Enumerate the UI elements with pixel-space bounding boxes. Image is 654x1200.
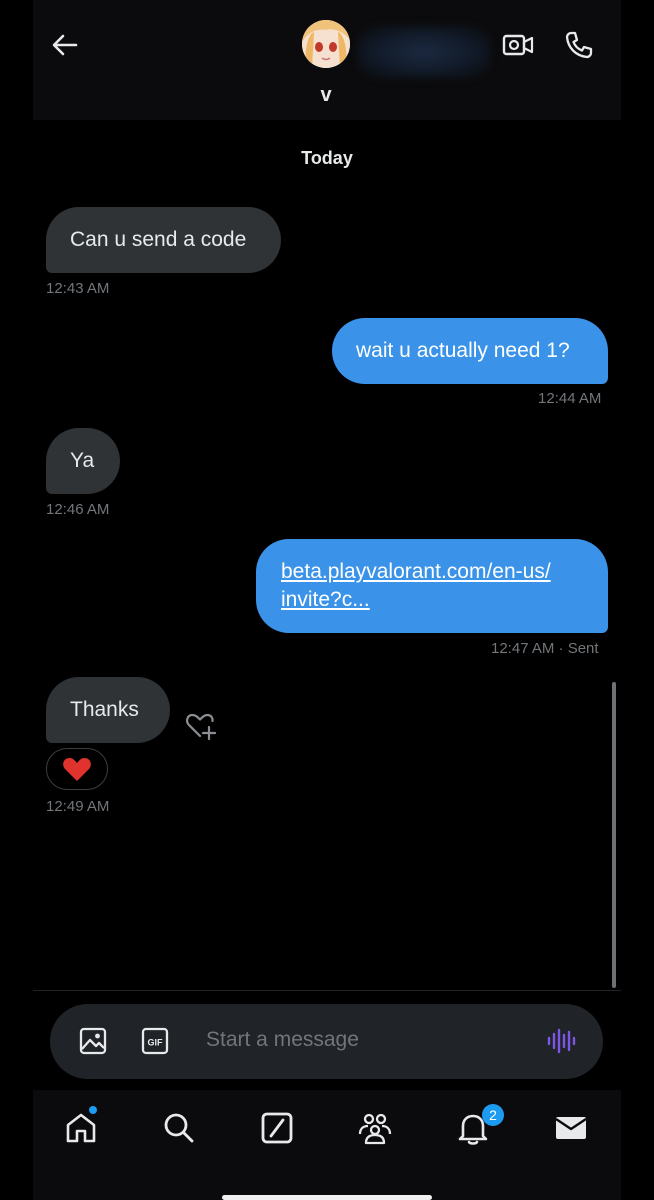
back-arrow-icon[interactable] — [48, 28, 82, 62]
phone-icon[interactable] — [562, 28, 596, 62]
message-text: Thanks — [70, 698, 139, 721]
message-link[interactable]: beta.playvalorant.com/en-us/ invite?c... — [281, 558, 551, 614]
contact-avatar[interactable] — [302, 20, 350, 68]
date-separator: Today — [301, 148, 353, 168]
message-text: Ya — [70, 449, 95, 472]
home-indicator — [222, 1195, 432, 1200]
message-timestamp: 12:43 AM — [46, 280, 110, 297]
communities-icon[interactable] — [355, 1108, 395, 1148]
voice-message-icon[interactable] — [545, 1024, 577, 1058]
home-notification-dot — [89, 1106, 97, 1114]
image-icon[interactable] — [77, 1024, 109, 1058]
message-timestamp: 12:44 AM — [538, 390, 602, 407]
video-call-icon[interactable] — [501, 28, 535, 62]
blurred-contact-name — [358, 26, 490, 78]
gif-label: GIF — [148, 1038, 164, 1048]
bottom-navigation — [33, 1090, 621, 1200]
link-line-1: beta.playvalorant.com/en-us/ — [281, 560, 551, 583]
message-timestamp: 12:46 AM — [46, 501, 110, 518]
notification-count-badge: 2 — [482, 1104, 504, 1126]
heart-reaction[interactable] — [46, 748, 108, 790]
message-timestamp: 12:47 AM · Sent — [491, 640, 599, 657]
add-reaction-icon[interactable] — [184, 710, 218, 744]
messages-icon[interactable] — [551, 1108, 591, 1148]
message-bubble-incoming[interactable]: Thanks — [46, 677, 170, 743]
composer-divider — [33, 990, 621, 991]
message-timestamp: 12:49 AM — [46, 798, 110, 815]
home-icon[interactable] — [61, 1108, 101, 1148]
heart-icon — [63, 758, 91, 781]
message-bubble-incoming[interactable]: Ya — [46, 428, 120, 494]
message-bubble-incoming[interactable]: Can u send a code — [46, 207, 281, 273]
message-bubble-outgoing[interactable]: beta.playvalorant.com/en-us/ invite?c... — [256, 539, 608, 633]
message-text: Can u send a code — [70, 228, 247, 251]
message-input[interactable]: Start a message — [206, 1028, 359, 1052]
search-icon[interactable] — [159, 1108, 199, 1148]
contact-name[interactable]: v — [300, 84, 352, 107]
grok-icon[interactable] — [257, 1108, 297, 1148]
message-text: wait u actually need 1? — [356, 339, 570, 362]
message-bubble-outgoing[interactable]: wait u actually need 1? — [332, 318, 608, 384]
link-line-2: invite?c... — [281, 588, 370, 611]
gif-icon[interactable]: GIF — [139, 1024, 171, 1058]
scrollbar[interactable] — [612, 682, 616, 988]
